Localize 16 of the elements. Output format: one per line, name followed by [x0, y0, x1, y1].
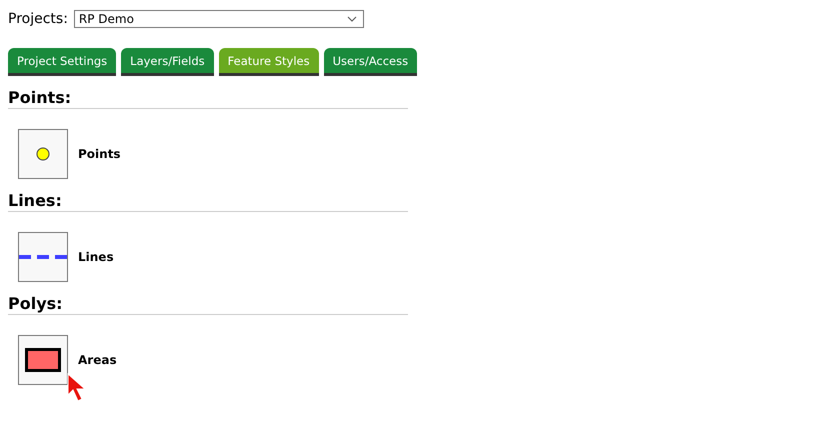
style-swatch[interactable]	[18, 335, 68, 385]
section-heading: Points:	[8, 88, 408, 109]
tab[interactable]: Users/Access	[324, 48, 418, 76]
tab[interactable]: Feature Styles	[218, 48, 319, 76]
style-swatch[interactable]	[18, 232, 68, 282]
section-heading: Polys:	[8, 294, 408, 315]
style-label: Lines	[78, 250, 114, 264]
section-heading: Lines:	[8, 191, 408, 212]
projects-label: Projects:	[8, 11, 68, 27]
chevron-down-icon	[346, 16, 357, 22]
style-swatch[interactable]	[18, 129, 68, 179]
tab[interactable]: Layers/Fields	[121, 48, 214, 76]
style-label: Points	[78, 147, 121, 161]
tab[interactable]: Project Settings	[8, 48, 116, 76]
project-select[interactable]: RP Demo	[74, 10, 364, 28]
style-label: Areas	[78, 353, 117, 367]
